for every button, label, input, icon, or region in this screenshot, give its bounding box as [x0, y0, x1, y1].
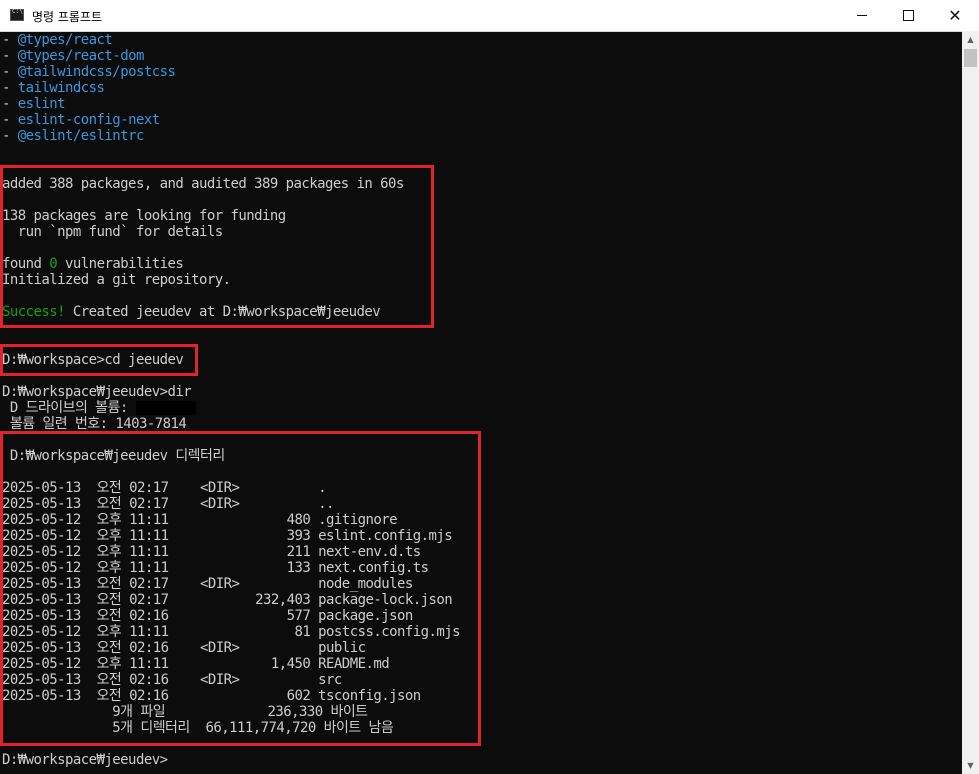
dir-entry: 2025-05-13 오전 02:17 <DIR> node_modules — [2, 576, 413, 592]
maximize-button[interactable] — [885, 0, 931, 31]
command-prompt-icon — [10, 8, 24, 21]
dependency-line: - eslint-config-next — [2, 112, 160, 128]
close-button[interactable]: ✕ — [932, 0, 978, 31]
fund-hint-line: run `npm fund` for details — [2, 224, 223, 240]
dir-entry: 2025-05-12 오후 11:11 393 eslint.config.mj… — [2, 528, 453, 544]
redacted-block — [135, 401, 196, 415]
dir-header-line: D:₩workspace₩jeeudev 디렉터리 — [2, 448, 225, 464]
dir-entry: 2025-05-12 오후 11:11 480 .gitignore — [2, 512, 398, 528]
volume-line: D 드라이브의 볼륨: — [2, 400, 196, 416]
title-bar: 명령 프롬프트 ✕ — [0, 0, 979, 32]
dir-entry: 2025-05-13 오전 02:16 <DIR> src — [2, 672, 342, 688]
minimize-button[interactable] — [839, 0, 885, 31]
dir-command-line: D:₩workspace₩jeeudev>dir — [2, 384, 192, 400]
install-added-line: added 388 packages, and audited 389 pack… — [2, 176, 404, 192]
dir-entry: 2025-05-12 오후 11:11 133 next.config.ts — [2, 560, 429, 576]
dir-entry: 2025-05-13 오전 02:17 <DIR> .. — [2, 496, 334, 512]
dependency-line: - eslint — [2, 96, 66, 112]
scroll-down-arrow-icon[interactable]: ▼ — [962, 757, 979, 774]
serial-line: 볼륨 일련 번호: 1403-7814 — [2, 416, 187, 432]
maximize-icon — [902, 10, 914, 21]
scroll-thumb[interactable] — [964, 49, 977, 67]
dir-entry: 2025-05-12 오후 11:11 211 next-env.d.ts — [2, 544, 421, 560]
dependency-line: - @eslint/eslintrc — [2, 128, 144, 144]
dir-entry: 2025-05-13 오전 02:17 <DIR> . — [2, 480, 327, 496]
dir-entry: 2025-05-13 오전 02:16 602 tsconfig.json — [2, 688, 421, 704]
vulnerabilities-line: found 0 vulnerabilities — [2, 256, 184, 272]
window-title: 명령 프롬프트 — [32, 10, 103, 24]
dir-entry: 2025-05-13 오전 02:16 577 package.json — [2, 608, 413, 624]
dir-entry: 2025-05-13 오전 02:16 <DIR> public — [2, 640, 366, 656]
command-prompt-line[interactable]: D:₩workspace₩jeeudev> — [2, 752, 168, 768]
dir-entry: 2025-05-12 오후 11:11 81 postcss.config.mj… — [2, 624, 461, 640]
minimize-icon — [857, 15, 867, 16]
dependency-line: - @tailwindcss/postcss — [2, 64, 176, 80]
close-icon: ✕ — [948, 6, 962, 25]
dependency-line: - @types/react — [2, 32, 113, 48]
vertical-scrollbar[interactable]: ▲ ▼ — [962, 31, 979, 774]
dependency-line: - tailwindcss — [2, 80, 105, 96]
cd-command-line: D:₩workspace>cd jeeudev — [2, 352, 184, 368]
dir-entry: 2025-05-12 오후 11:11 1,450 README.md — [2, 656, 390, 672]
console-output[interactable]: - @types/react - @types/react-dom - @tai… — [0, 31, 962, 774]
dirs-summary-line: 5개 디렉터리 66,111,774,720 바이트 남음 — [2, 720, 394, 736]
git-init-line: Initialized a git repository. — [2, 272, 231, 288]
success-line: Success! Created jeeudev at D:₩workspace… — [2, 304, 381, 320]
dependency-line: - @types/react-dom — [2, 48, 144, 64]
funding-line: 138 packages are looking for funding — [2, 208, 286, 224]
files-summary-line: 9개 파일 236,330 바이트 — [2, 704, 368, 720]
scroll-up-arrow-icon[interactable]: ▲ — [962, 31, 979, 48]
dir-entry: 2025-05-13 오전 02:17 232,403 package-lock… — [2, 592, 453, 608]
